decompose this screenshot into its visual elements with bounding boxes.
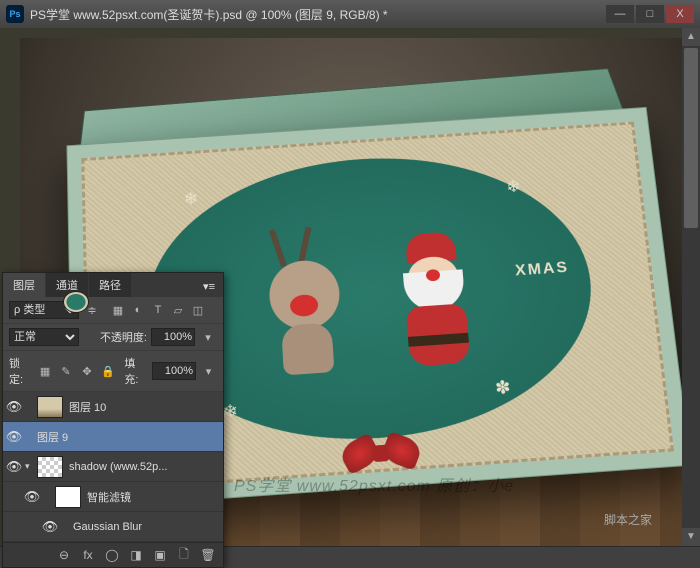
lock-position-icon[interactable]: ✥ (79, 363, 96, 379)
lock-label: 锁定: (9, 355, 33, 387)
panel-footer: ⊖ fx ◯ ◨ ▣ 🗋 🗑 (3, 542, 223, 567)
layer-thumbnail[interactable] (37, 396, 63, 418)
fx-icon[interactable]: fx (79, 547, 97, 563)
title-bar: Ps PS学堂 www.52psxt.com(圣诞贺卡).psd @ 100% … (0, 0, 700, 28)
delete-layer-icon[interactable]: 🗑 (199, 547, 217, 563)
filter-row: ρ 类型 ≑ ▦ ◐ T ▱ ◫ (3, 297, 223, 324)
lock-transparency-icon[interactable]: ▦ (37, 363, 54, 379)
xmas-text: XMAS (514, 259, 569, 280)
link-layers-icon[interactable]: ⊖ (55, 547, 73, 563)
layer-name-label[interactable]: 智能滤镜 (87, 489, 219, 505)
layer-row[interactable]: 👁▾ shadow (www.52p... (3, 452, 223, 482)
snowflake-icon: ❄ (505, 177, 522, 198)
lock-image-icon[interactable]: ✎ (58, 363, 75, 379)
layers-panel: 图层 通道 路径 ▾≡ ρ 类型 ≑ ▦ ◐ T ▱ ◫ 正常 不透明度: ▾ … (2, 272, 224, 568)
disclosure-arrow-icon[interactable]: ▾ (25, 461, 37, 472)
filter-icon-group: ▦ ◐ T ▱ ◫ (109, 302, 207, 318)
visibility-eye-icon[interactable]: 👁 (39, 519, 61, 535)
lock-row: 锁定: ▦ ✎ ✥ 🔒 填充: ▾ (3, 351, 223, 392)
blend-mode-select[interactable]: 正常 (9, 328, 79, 346)
opacity-scrub-icon[interactable]: ▾ (199, 329, 217, 345)
layer-name-label[interactable]: shadow (www.52p... (69, 461, 219, 473)
opacity-label: 不透明度: (100, 329, 147, 345)
watermark-text: 之：PS学堂 www.52psxt.com 原创：小e (200, 472, 514, 496)
layer-name-label[interactable]: 图层 10 (69, 399, 219, 415)
visibility-eye-icon[interactable]: 👁 (3, 429, 25, 445)
layer-list: 👁图层 10👁图层 9👁▾shadow (www.52p...👁智能滤镜👁Gau… (3, 392, 223, 542)
scroll-thumb[interactable] (684, 48, 698, 228)
tab-paths[interactable]: 路径 (89, 273, 131, 297)
layer-name-label[interactable]: 图层 9 (37, 429, 219, 445)
filter-adjust-icon[interactable]: ◐ (129, 302, 147, 318)
snowflake-icon: ❄ (183, 189, 199, 210)
layer-row[interactable]: 👁 图层 9 (3, 422, 223, 452)
new-layer-icon[interactable]: 🗋 (175, 547, 193, 563)
layer-name-label[interactable]: Gaussian Blur (73, 521, 219, 533)
vertical-scrollbar[interactable]: ▲ ▼ (682, 28, 700, 546)
scroll-up-arrow[interactable]: ▲ (682, 28, 700, 46)
minimize-button[interactable]: — (606, 5, 634, 23)
mask-icon[interactable]: ◯ (103, 547, 121, 563)
layer-thumbnail[interactable] (37, 456, 63, 478)
blend-row: 正常 不透明度: ▾ (3, 324, 223, 351)
opacity-input[interactable] (151, 328, 195, 346)
scroll-down-arrow[interactable]: ▼ (682, 528, 700, 546)
group-icon[interactable]: ▣ (151, 547, 169, 563)
tab-layers[interactable]: 图层 (3, 273, 45, 297)
filter-shape-icon[interactable]: ▱ (169, 302, 187, 318)
window-controls: — □ X (606, 5, 694, 23)
close-button[interactable]: X (666, 5, 694, 23)
snowflake-icon: ✽ (494, 377, 511, 399)
filter-pixel-icon[interactable]: ▦ (109, 302, 127, 318)
layer-row[interactable]: 👁 图层 10 (3, 392, 223, 422)
fill-input[interactable] (152, 362, 196, 380)
layer-row[interactable]: 👁 智能滤镜 (3, 482, 223, 512)
snowflake-icon: ❄ (222, 401, 238, 423)
visibility-eye-icon[interactable]: 👁 (3, 459, 25, 475)
reindeer-icon (246, 219, 365, 383)
visibility-eye-icon[interactable]: 👁 (3, 399, 25, 415)
fill-label: 填充: (124, 355, 148, 387)
lock-all-icon[interactable]: 🔒 (99, 363, 116, 379)
ps-app-icon: Ps (6, 5, 24, 23)
filter-type-icon[interactable]: T (149, 302, 167, 318)
santa-icon (374, 210, 496, 373)
maximize-button[interactable]: □ (636, 5, 664, 23)
visibility-eye-icon[interactable]: 👁 (21, 489, 43, 505)
fill-scrub-icon[interactable]: ▾ (200, 363, 217, 379)
panel-tab-bar: 图层 通道 路径 ▾≡ (3, 273, 223, 297)
layer-row[interactable]: 👁 Gaussian Blur (3, 512, 223, 542)
panel-menu-icon[interactable]: ▾≡ (195, 276, 223, 297)
adjustment-icon[interactable]: ◨ (127, 547, 145, 563)
window-title: PS学堂 www.52psxt.com(圣诞贺卡).psd @ 100% (图层… (30, 6, 606, 23)
corner-watermark: 脚本之家 (604, 511, 652, 528)
filter-smart-icon[interactable]: ◫ (189, 302, 207, 318)
layer-thumbnail[interactable] (55, 486, 81, 508)
